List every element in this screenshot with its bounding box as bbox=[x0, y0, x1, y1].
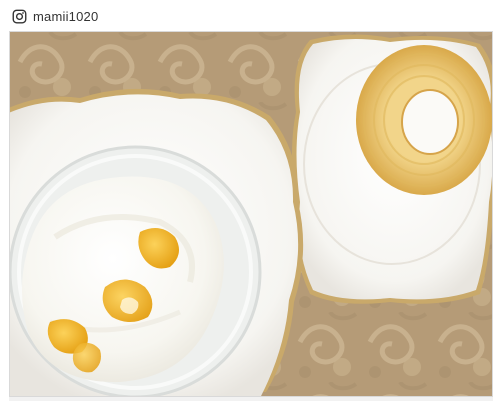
username[interactable]: mamii1020 bbox=[33, 9, 98, 24]
photo-scene bbox=[10, 32, 492, 396]
food-photo bbox=[9, 31, 493, 397]
post-header: mamii1020 bbox=[12, 6, 98, 26]
photo-frame-edge bbox=[9, 397, 493, 401]
instagram-icon[interactable] bbox=[12, 9, 27, 24]
baumkuchen bbox=[356, 45, 492, 195]
